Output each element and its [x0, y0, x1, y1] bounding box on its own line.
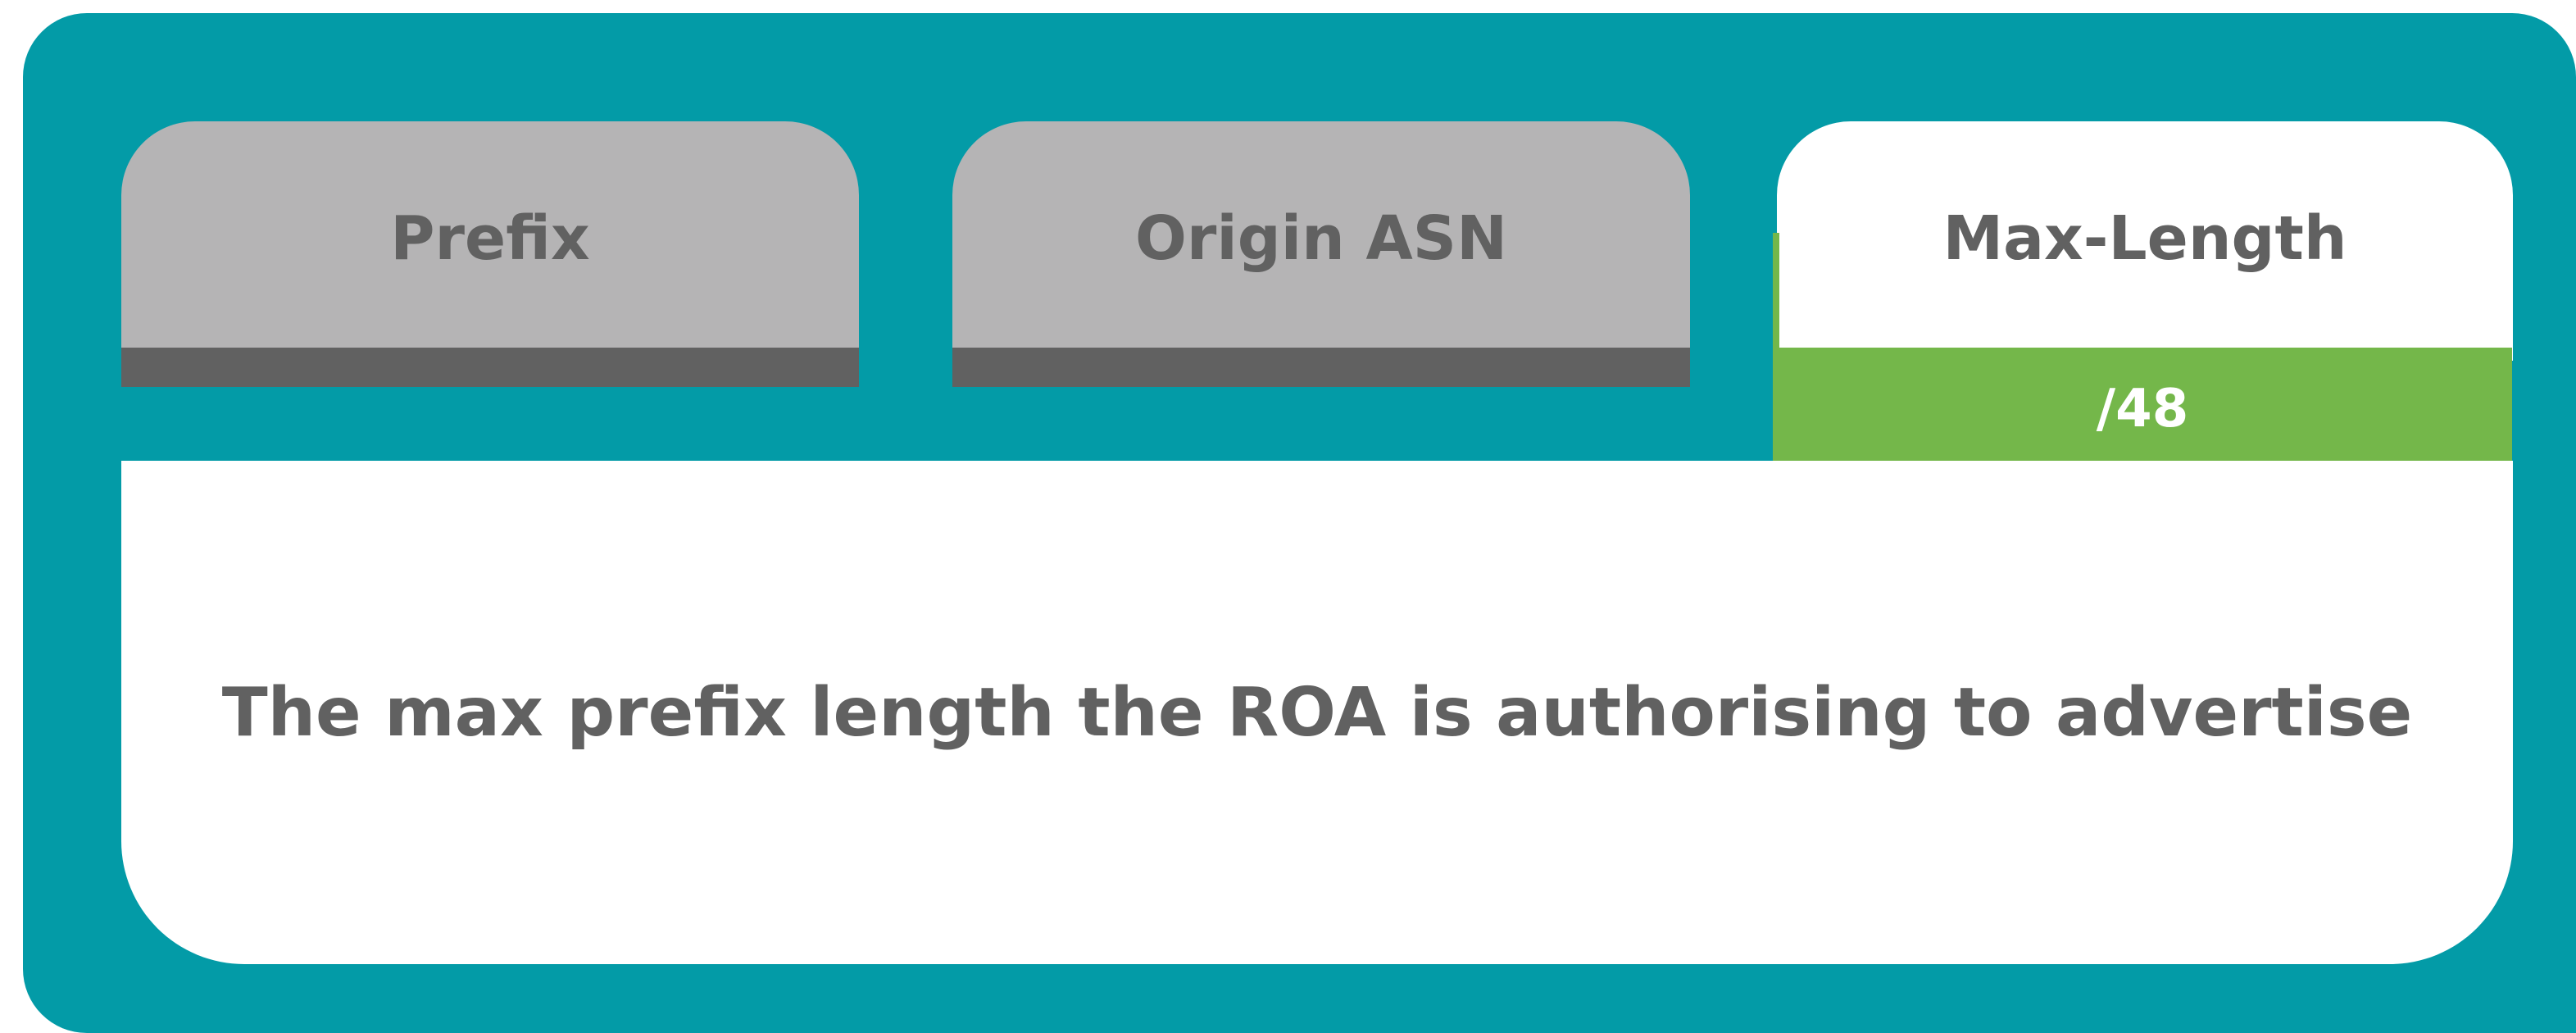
max-length-accent — [1773, 233, 1779, 356]
description-text: The max prefix length the ROA is authori… — [221, 673, 2413, 752]
roa-diagram-panel: Prefix Origin ASN Max-Length /48 The max… — [23, 13, 2576, 1033]
max-length-value: /48 — [2096, 379, 2189, 439]
tab-prefix: Prefix — [121, 121, 859, 361]
tab-max-length: Max-Length — [1777, 121, 2513, 361]
description-box: The max prefix length the ROA is authori… — [121, 461, 2513, 964]
tab-max-length-label: Max-Length — [1942, 203, 2347, 274]
tab-origin-asn-underline — [952, 348, 1690, 387]
tab-prefix-label: Prefix — [390, 203, 590, 274]
tab-prefix-underline — [121, 348, 859, 387]
max-length-value-strip: /48 — [1773, 348, 2512, 471]
tab-origin-asn: Origin ASN — [952, 121, 1690, 361]
tab-origin-asn-label: Origin ASN — [1134, 203, 1508, 274]
